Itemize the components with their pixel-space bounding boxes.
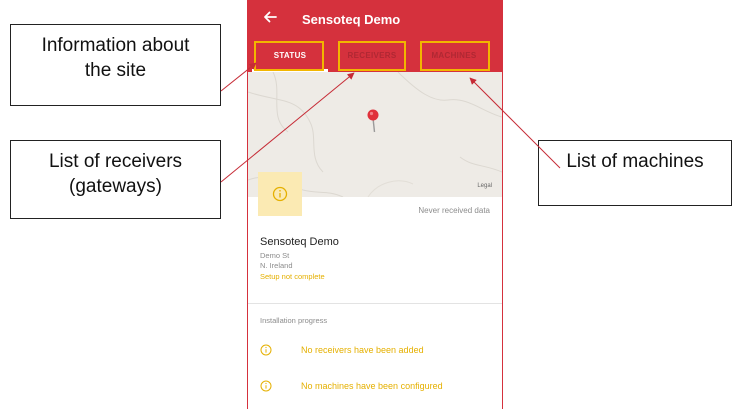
map-pin-icon[interactable] — [366, 108, 382, 134]
site-status-badge — [258, 172, 302, 216]
site-name: Sensoteq Demo — [260, 236, 339, 248]
annotated-screenshot: Information about the site List of recei… — [0, 0, 742, 409]
progress-item-machines-text: No machines have been configured — [301, 381, 443, 391]
data-status-text: Never received data — [418, 206, 490, 215]
back-arrow-icon[interactable] — [262, 9, 278, 25]
site-address-line2: N. Ireland — [260, 261, 293, 270]
section-divider — [248, 303, 502, 304]
info-icon — [260, 380, 272, 392]
phone-screen: Sensoteq Demo STATUS RECEIVERS MACHINES — [247, 0, 503, 409]
callout-receivers: List of receivers (gateways) — [10, 140, 221, 219]
site-address-line1: Demo St — [260, 251, 290, 260]
callout-receivers-text: List of receivers (gateways) — [48, 151, 183, 197]
site-status-panel: Never received data Sensoteq Demo Demo S… — [248, 172, 502, 409]
callout-site-info: Information about the site — [10, 24, 221, 106]
app-title: Sensoteq Demo — [302, 12, 401, 27]
callout-machines: List of machines — [538, 140, 732, 206]
highlight-receivers — [338, 41, 406, 71]
info-icon — [272, 186, 288, 202]
highlight-machines — [420, 41, 490, 71]
callout-site-info-text: Information about the site — [41, 35, 190, 81]
setup-status-text: Setup not complete — [260, 272, 325, 281]
map-legal-link[interactable]: Legal — [477, 183, 492, 189]
app-bar: Sensoteq Demo — [248, 0, 502, 38]
installation-progress-heading: Installation progress — [260, 316, 328, 325]
progress-item-receivers-text: No receivers have been added — [301, 345, 424, 355]
progress-item-receivers[interactable]: No receivers have been added — [260, 344, 490, 358]
info-icon — [260, 344, 272, 356]
callout-machines-text: List of machines — [566, 151, 704, 172]
progress-item-machines[interactable]: No machines have been configured — [260, 380, 490, 394]
tab-bar: STATUS RECEIVERS MACHINES — [248, 38, 502, 72]
highlight-status — [254, 41, 324, 71]
